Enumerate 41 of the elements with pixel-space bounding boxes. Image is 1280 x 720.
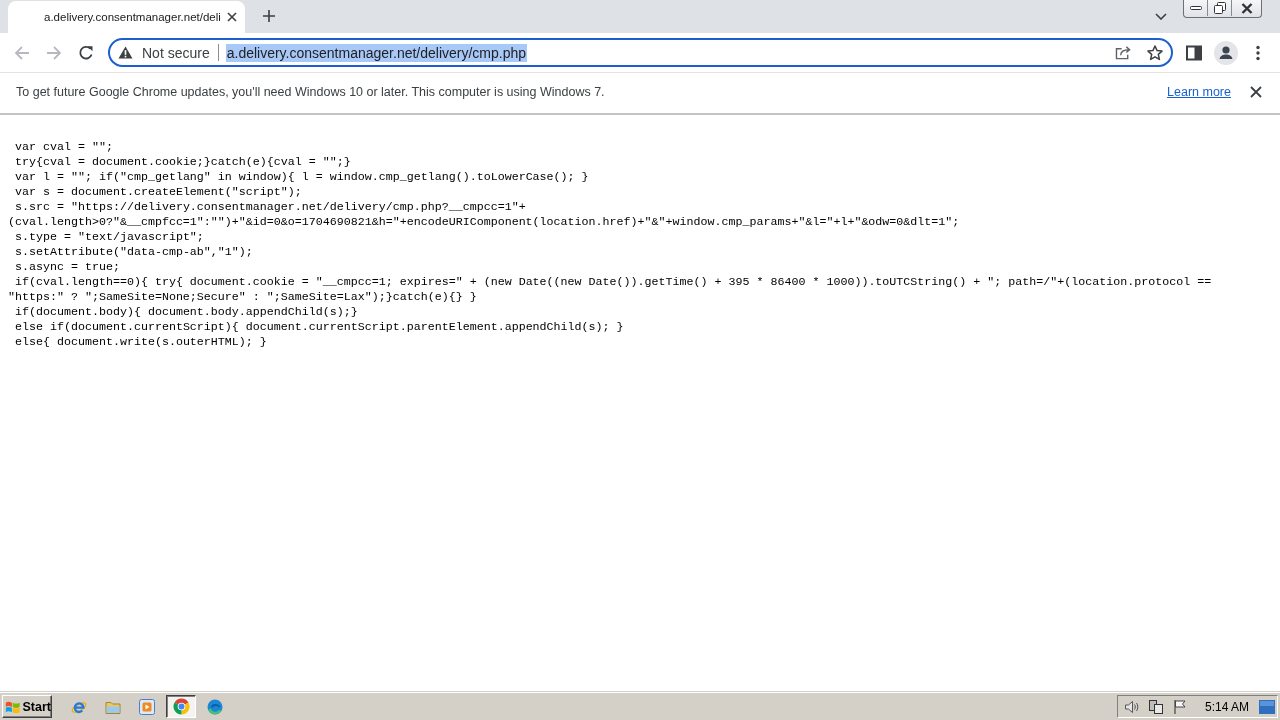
close-icon[interactable] (1250, 86, 1262, 98)
start-button[interactable]: Start (2, 695, 52, 718)
security-label[interactable]: Not secure (142, 44, 210, 61)
code-line: s.setAttribute("data-cmp-ab","1"); (15, 245, 253, 260)
share-icon[interactable] (1114, 45, 1132, 60)
flag-icon[interactable] (1171, 698, 1188, 715)
browser-tab[interactable]: a.delivery.consentmanager.net/deli (8, 1, 245, 33)
restore-icon[interactable] (1213, 2, 1226, 14)
network-icon[interactable] (1147, 698, 1164, 715)
update-message: To get future Google Chrome updates, you'll need Windows 10 or later. This computer is using Windows 7. (16, 85, 605, 99)
media-player-icon[interactable] (139, 698, 155, 715)
chrome-icon[interactable] (172, 698, 190, 715)
clock[interactable]: 5:14 AM (1204, 699, 1249, 714)
code-line: var cval = ""; (15, 140, 113, 155)
code-line: "https:" ? ";SameSite=None;Secure" : ";SameSite=Lax");}catch(e){} } (8, 290, 477, 305)
warning-icon[interactable] (118, 46, 133, 59)
url-text[interactable]: a.delivery.consentmanager.net/delivery/cmp.php (225, 43, 528, 62)
learn-more-link[interactable]: Learn more (1167, 85, 1231, 99)
side-panel-icon[interactable] (1186, 44, 1202, 61)
code-line: if(cval.length==0){ try{ document.cookie = "__cmpcc=1; expires=" + (new Date((new Date()).getTime() + 395 * 86400 * 1000)).toUTCString() + "; path=/"+(location.protocol == (15, 275, 1212, 290)
edge-icon[interactable] (207, 698, 223, 715)
chevron-down-icon[interactable] (1155, 12, 1167, 20)
reload-icon[interactable] (78, 44, 94, 61)
code-line: s.type = "text/javascript"; (15, 230, 204, 245)
code-line: s.async = true; (15, 260, 120, 275)
taskbar-app-button[interactable] (166, 695, 196, 718)
address-bar[interactable]: Not secure a.delivery.consentmanager.net/delivery/cmp.php (108, 38, 1173, 67)
menu-icon[interactable] (1256, 44, 1260, 61)
code-line: (cval.length>0?"&__cmpfcc=1":"")+"&id=0&o=1704690821&h="+encodeURIComponent(location.href)+"&"+window.cmp_params+"&l="+l+"&odw=0&dlt=1"; (8, 215, 960, 230)
code-line: if(document.body){ document.body.appendChild(s);} (15, 305, 358, 320)
speaker-icon[interactable] (1123, 698, 1140, 715)
code-line: try{cval = document.cookie;}catch(e){cval = "";} (15, 155, 351, 170)
show-desktop-icon[interactable] (1259, 699, 1275, 714)
code-line: var l = ""; if("cmp_getlang" in window){ l = window.cmp_getlang().toLowerCase(); } (15, 170, 589, 185)
plus-icon[interactable] (263, 10, 275, 22)
code-line: else{ document.write(s.outerHTML); } (15, 335, 267, 350)
code-line: else if(document.currentScript){ document.currentScript.parentElement.appendChild(s); } (15, 320, 624, 335)
code-line: s.src = "https://delivery.consentmanager.net/delivery/cmp.php?__cmpcc=1"+ (15, 200, 526, 215)
minimize-icon[interactable] (1189, 6, 1202, 10)
code-line: var s = document.createElement("script"); (15, 185, 302, 200)
close-icon[interactable] (1240, 2, 1253, 14)
